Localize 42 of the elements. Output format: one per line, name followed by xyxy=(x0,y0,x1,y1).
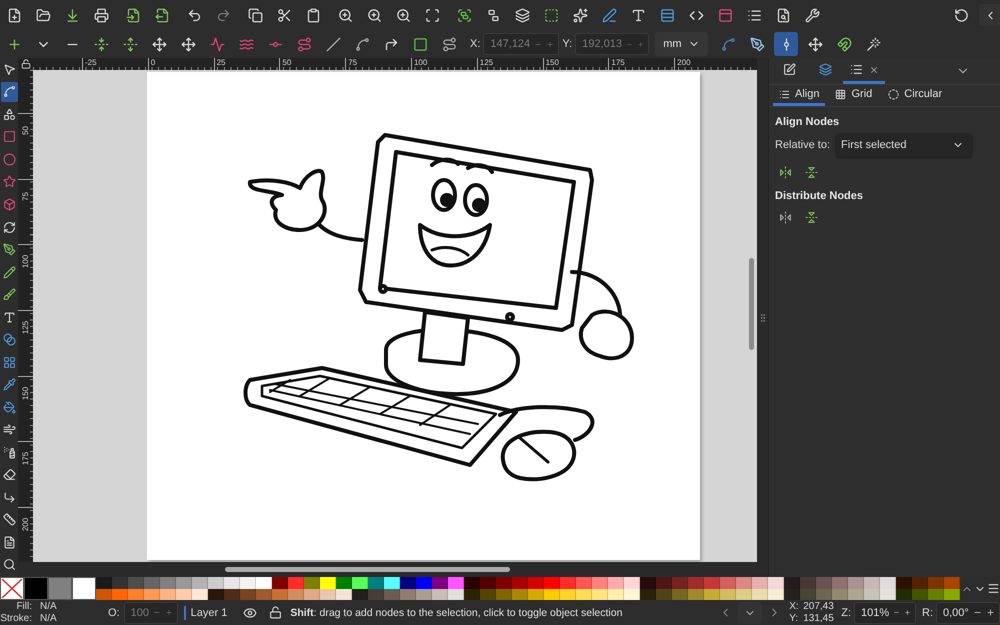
align-mode-tab[interactable]: Align xyxy=(773,85,826,106)
zoom-field[interactable]: 101% xyxy=(854,602,916,624)
align-mode-tab[interactable]: Circular xyxy=(882,85,948,106)
cursor-y-label: Y: xyxy=(789,613,800,624)
ruler-number: 100 xyxy=(414,58,428,67)
ruler-number: 100 xyxy=(21,255,30,269)
y-label: Y: xyxy=(562,38,572,50)
ruler-number: 175 xyxy=(21,452,30,466)
relative-to-dropdown[interactable]: First selected xyxy=(836,133,972,157)
stroke-value: N/A xyxy=(40,613,58,624)
ruler-number: 200 xyxy=(21,518,30,532)
cursor-x-value: 207,43 xyxy=(803,601,835,612)
ruler-number: 200 xyxy=(677,58,691,67)
ruler-number: 25 xyxy=(216,58,226,67)
ruler-number: 175 xyxy=(611,58,625,67)
ruler-number: 150 xyxy=(21,386,30,400)
zoom-label: Z: xyxy=(841,606,851,618)
x-label: X: xyxy=(470,38,480,50)
layer-name[interactable]: Layer 1 xyxy=(190,606,228,618)
rotation-label: R: xyxy=(922,606,933,618)
cursor-y-value: 131,45 xyxy=(803,613,835,624)
ruler-number: 125 xyxy=(21,320,30,334)
align-mode-tab[interactable]: Grid xyxy=(829,85,878,106)
ruler-number: 0 xyxy=(150,58,156,67)
relative-to-label: Relative to: xyxy=(775,139,830,151)
ruler-number: 50 xyxy=(282,58,292,67)
cursor-x-label: X: xyxy=(789,601,800,612)
stroke-label: Stroke: xyxy=(0,613,33,624)
ruler-number: 50 xyxy=(21,126,30,135)
unit-dropdown[interactable]: mm xyxy=(655,32,708,56)
fill-value: N/A xyxy=(40,601,58,612)
ruler-number: -25 xyxy=(85,58,97,67)
fill-label: Fill: xyxy=(15,601,33,612)
section-heading: Distribute Nodes xyxy=(775,190,864,202)
status-message: Shift: drag to add nodes to the selection, click to toggle object selection xyxy=(290,606,624,618)
rotation-field[interactable]: 0,00° xyxy=(936,602,1000,624)
ruler-number: 75 xyxy=(21,192,30,201)
opacity-label: O: xyxy=(108,606,120,618)
ruler-number: 150 xyxy=(546,58,559,67)
section-heading: Align Nodes xyxy=(775,116,840,128)
ruler-number: 75 xyxy=(348,58,358,67)
ruler-number: 125 xyxy=(480,58,494,67)
